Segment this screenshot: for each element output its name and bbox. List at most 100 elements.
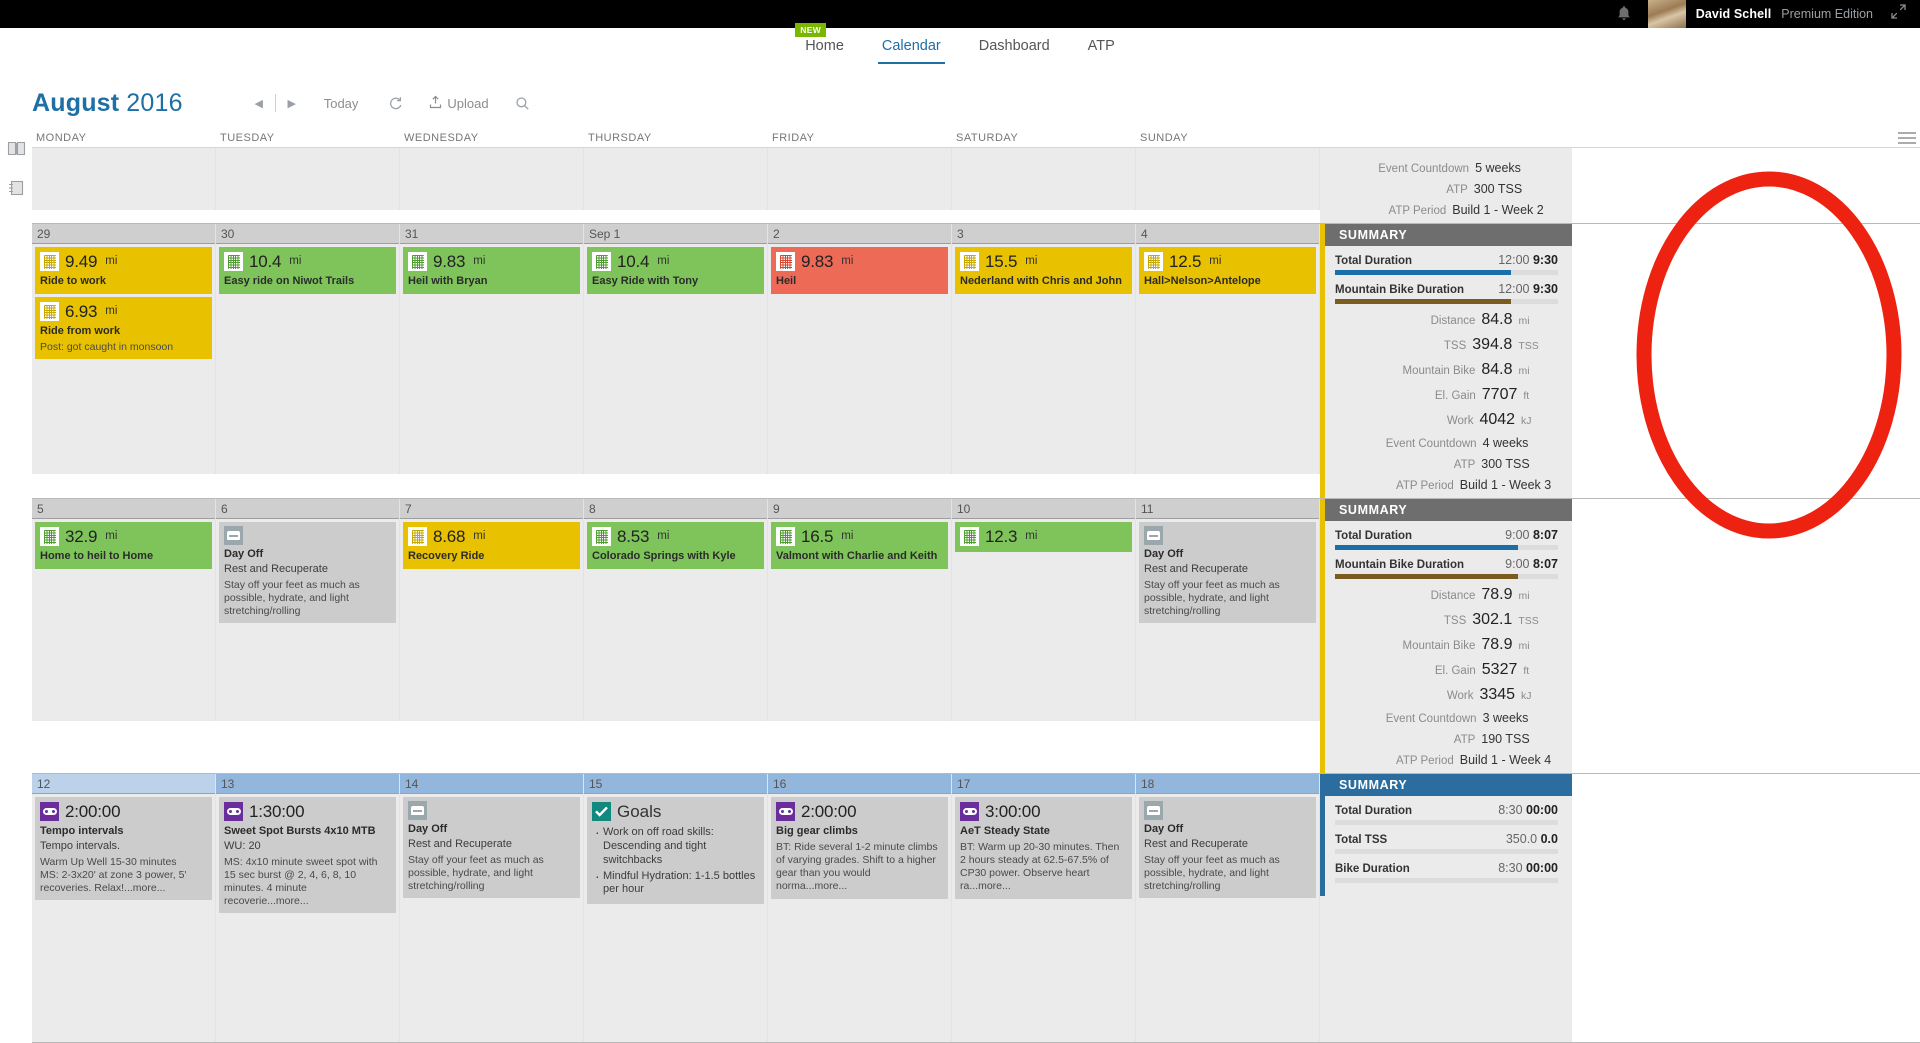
day-cell[interactable]: 11 Day Off Rest and Recuperate Stay off you…: [1136, 499, 1320, 721]
day-cell[interactable]: 3 15.5 mi Nederland with Chris and John: [952, 224, 1136, 474]
workout-card[interactable]: 2:00:00 Big gear climbs BT: Ride several 1…: [771, 797, 948, 899]
workout-unit: mi: [657, 530, 670, 543]
workout-title: Hall>Nelson>Antelope: [1144, 275, 1261, 288]
meta-key: ATP: [1453, 734, 1476, 746]
workout-title: Day Off: [1144, 548, 1184, 560]
workout-card[interactable]: Day Off Rest and Recuperate Stay off your …: [1139, 797, 1316, 898]
day-cell[interactable]: Sep 1 10.4 mi Easy Ride with Tony: [584, 224, 768, 474]
dow-monday: MONDAY: [36, 131, 87, 144]
summary-stat-row: Mountain Bike 84.8 mi: [1335, 361, 1558, 379]
next-arrow-icon[interactable]: ▶: [276, 91, 308, 115]
new-badge: NEW: [795, 23, 827, 37]
workout-card[interactable]: 8.68 mi Recovery Ride: [403, 522, 580, 569]
day-body: 9.83 mi Heil: [768, 244, 951, 294]
workout-card[interactable]: 15.5 mi Nederland with Chris and John: [955, 247, 1132, 294]
workout-card[interactable]: 12.3 mi: [955, 522, 1132, 553]
left-rail: [0, 128, 32, 956]
avatar[interactable]: [1647, 0, 1686, 28]
workout-card[interactable]: Day Off Rest and Recuperate Stay off your …: [1139, 522, 1316, 623]
workout-card[interactable]: 2:00:00 Tempo intervals Tempo intervals. Wa…: [35, 797, 212, 901]
week-summary: SUMMARY Total Duration 9:00 8:07 Mountai…: [1320, 499, 1572, 773]
day-body: 16.5 mi Valmont with Charlie and Keith: [768, 519, 951, 569]
day-cell[interactable]: [216, 148, 400, 210]
search-icon[interactable]: [515, 96, 530, 111]
library-book-icon[interactable]: [0, 128, 32, 168]
nav-item-dashboard[interactable]: Dashboard: [975, 28, 1054, 64]
week-summary-partial: Event Countdown 5 weeks ATP 300 TSS ATP …: [1320, 148, 1572, 223]
day-cell[interactable]: [952, 148, 1136, 210]
meta-value: 300 TSS: [1473, 182, 1523, 196]
workout-value: 6.93: [65, 302, 98, 321]
workout-header: [224, 526, 391, 545]
today-button[interactable]: Today: [324, 96, 359, 111]
bell-icon[interactable]: [1616, 5, 1632, 23]
refresh-icon[interactable]: [388, 96, 403, 111]
day-cell[interactable]: 7 8.68 mi Recovery Ride: [400, 499, 584, 721]
day-number: 9: [768, 499, 951, 519]
day-cell[interactable]: 30 10.4 mi Easy ride on Niwot Trails: [216, 224, 400, 474]
workout-card[interactable]: 6.93 mi Ride from work Post: got caught in …: [35, 297, 212, 360]
notes-panel-icon[interactable]: [0, 168, 32, 208]
nav-item-atp[interactable]: ATP: [1084, 28, 1119, 64]
day-cell[interactable]: [768, 148, 952, 210]
workout-card[interactable]: 9.83 mi Heil with Bryan: [403, 247, 580, 294]
day-cell[interactable]: 4 12.5 mi Hall>Nelson>Antelope: [1136, 224, 1320, 474]
day-cell[interactable]: 18 Day Off Rest and Recuperate Stay off you…: [1136, 774, 1320, 1042]
meta-value: 5 weeks: [1475, 161, 1521, 175]
workout-card[interactable]: Goals Work on off road skills: Descending…: [587, 797, 764, 904]
stat-unit: TSS: [1518, 340, 1539, 352]
summary-stat-row: TSS 302.1 TSS: [1335, 611, 1558, 629]
workout-card[interactable]: 16.5 mi Valmont with Charlie and Keith: [771, 522, 948, 569]
bar-fill: [1335, 545, 1518, 550]
day-cell[interactable]: 5 32.9 mi Home to heil to Home: [32, 499, 216, 721]
workout-title: Ride to work: [40, 275, 107, 288]
workout-unit: mi: [1025, 255, 1038, 268]
hamburger-menu-icon[interactable]: [1894, 128, 1920, 147]
day-body: 12.3 mi: [952, 519, 1135, 553]
prev-arrow-icon[interactable]: ◀: [243, 91, 275, 115]
workout-card[interactable]: 9.49 mi Ride to work: [35, 247, 212, 294]
day-cell[interactable]: 31 9.83 mi Heil with Bryan: [400, 224, 584, 474]
day-cell[interactable]: [1136, 148, 1320, 210]
upload-button[interactable]: Upload: [429, 95, 489, 112]
day-cell[interactable]: 8 8.53 mi Colorado Springs with Kyle: [584, 499, 768, 721]
day-cell[interactable]: 13 1:30:00 Sweet Spot Bursts 4x10 MTB WU: 2…: [216, 774, 400, 1042]
workout-card[interactable]: 9.83 mi Heil: [771, 247, 948, 294]
workout-card[interactable]: 12.5 mi Hall>Nelson>Antelope: [1139, 247, 1316, 294]
dow-saturday: SATURDAY: [956, 131, 1019, 144]
workout-card[interactable]: 8.53 mi Colorado Springs with Kyle: [587, 522, 764, 569]
workout-card[interactable]: Day Off Rest and Recuperate Stay off your …: [403, 797, 580, 898]
day-cell[interactable]: 10 12.3 mi: [952, 499, 1136, 721]
day-cell[interactable]: 9 16.5 mi Valmont with Charlie and Keith: [768, 499, 952, 721]
day-cell[interactable]: [400, 148, 584, 210]
workout-title: AeT Steady State: [960, 825, 1050, 838]
workout-header: 8.53 mi: [592, 526, 759, 547]
day-body: 8.53 mi Colorado Springs with Kyle: [584, 519, 767, 569]
meta-value: 300 TSS: [1481, 457, 1530, 471]
workout-card[interactable]: 3:00:00 AeT Steady State BT: Warm up 20-30…: [955, 797, 1132, 899]
day-cell[interactable]: 2 9.83 mi Heil: [768, 224, 952, 474]
workout-card[interactable]: 10.4 mi Easy ride on Niwot Trails: [219, 247, 396, 294]
workout-card[interactable]: 1:30:00 Sweet Spot Bursts 4x10 MTB WU: 20 M…: [219, 797, 396, 914]
bar-label: Total Duration: [1335, 530, 1413, 542]
day-cell[interactable]: 6 Day Off Rest and Recuperate Stay off your…: [216, 499, 400, 721]
workout-card[interactable]: Day Off Rest and Recuperate Stay off your …: [219, 522, 396, 623]
stat-key: Mountain Bike: [1402, 640, 1476, 652]
day-body: 10.4 mi Easy ride on Niwot Trails: [216, 244, 399, 294]
day-cell[interactable]: 15 Goals Work on off road skills: Descendi…: [584, 774, 768, 1042]
workout-card[interactable]: 32.9 mi Home to heil to Home: [35, 522, 212, 569]
workout-card[interactable]: 10.4 mi Easy Ride with Tony: [587, 247, 764, 294]
workout-description: Rest and Recuperate: [1144, 562, 1248, 575]
day-cell[interactable]: 29 9.49 mi Ride to work 6.93 mi Ride from work…: [32, 224, 216, 474]
summary-header: SUMMARY: [1320, 774, 1572, 796]
day-cell[interactable]: 16 2:00:00 Big gear climbs BT: Ride several…: [768, 774, 952, 1042]
day-cell[interactable]: 12 2:00:00 Tempo intervals Tempo intervals.…: [32, 774, 216, 1042]
day-cell[interactable]: [32, 148, 216, 210]
day-cell[interactable]: 17 3:00:00 AeT Steady State BT: Warm up 20-…: [952, 774, 1136, 1042]
day-cell[interactable]: [584, 148, 768, 210]
day-cell[interactable]: 14 Day Off Rest and Recuperate Stay off you…: [400, 774, 584, 1042]
workout-value: 9.83: [801, 252, 834, 271]
nav-item-calendar[interactable]: Calendar: [877, 28, 945, 64]
expand-icon[interactable]: [1891, 4, 1906, 24]
stat-unit: mi: [1518, 315, 1530, 327]
